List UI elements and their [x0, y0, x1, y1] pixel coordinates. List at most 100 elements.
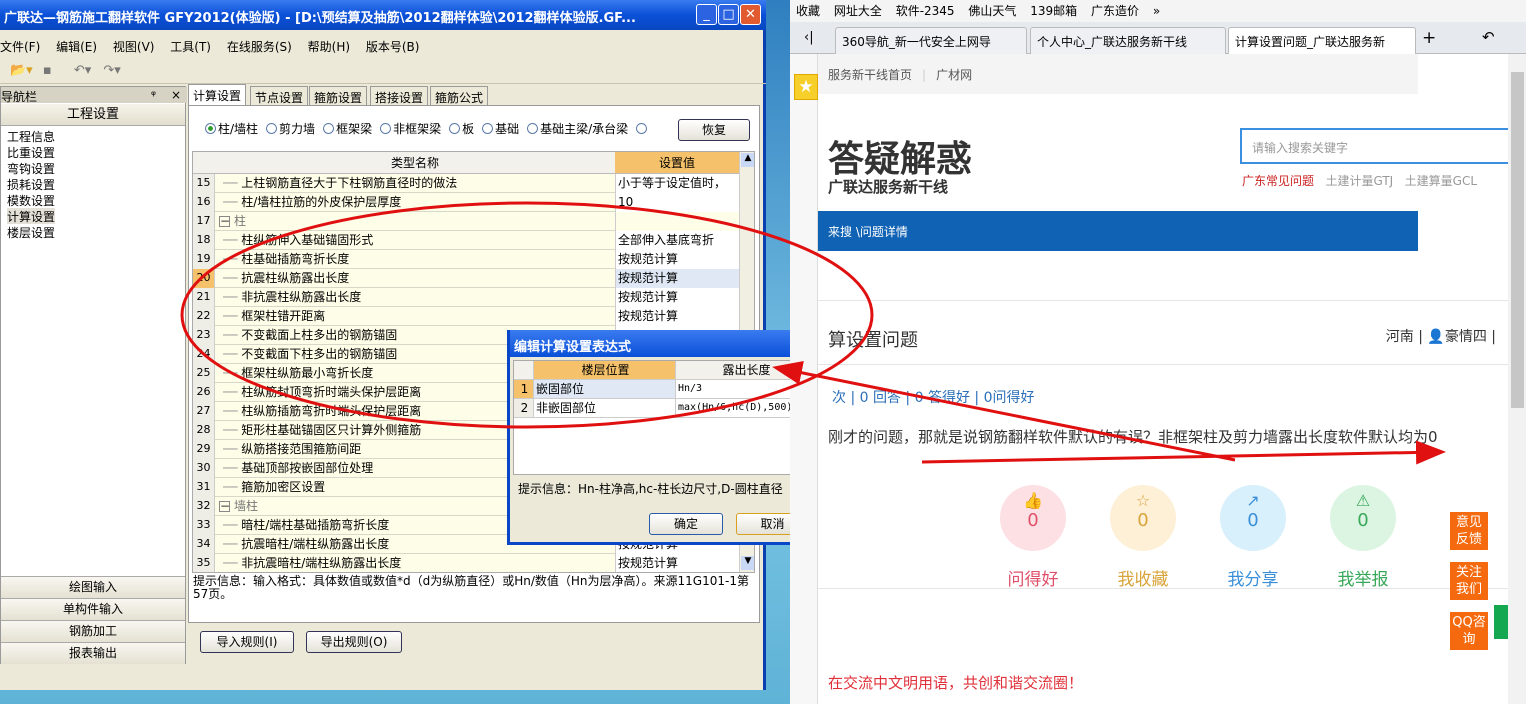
import-rules-button[interactable]: 导入规则(I) [200, 631, 294, 653]
nav-item[interactable]: 模数设置 [7, 192, 55, 208]
undo-close-icon[interactable]: ↶ [1482, 28, 1495, 46]
radio-option[interactable]: 板 [449, 122, 474, 136]
open-folder-icon[interactable]: 📂▾ [10, 63, 33, 78]
menu-edit[interactable]: 编辑(E) [56, 40, 97, 54]
tab-calc-settings[interactable]: 计算设置 [188, 84, 247, 106]
menu-help[interactable]: 帮助(H) [308, 40, 350, 54]
star-button[interactable]: ☆ 0 [1110, 485, 1176, 551]
table-row[interactable]: 16 ── 柱/墙柱拉筋的外皮保护层厚度 10 [193, 193, 739, 212]
pin-icon[interactable]: ᵠ [151, 88, 156, 102]
collapse-icon[interactable]: − [219, 500, 230, 512]
fav-item[interactable]: 139邮箱 [1030, 4, 1077, 18]
browser-tab-active[interactable]: 计算设置问题_广联达服务新 [1228, 27, 1416, 54]
menu-file[interactable]: 文件(F) [0, 40, 40, 54]
table-row[interactable]: 22 ── 框架柱错开距离 按规范计算 [193, 307, 739, 326]
nav-item-selected[interactable]: 计算设置 [7, 208, 56, 224]
ok-button[interactable]: 确定 [649, 513, 723, 535]
floor-position-cell[interactable]: 嵌固部位 [534, 380, 676, 399]
hot-link[interactable]: 土建计量GTJ [1325, 174, 1393, 188]
link-gcw[interactable]: 广材网 [936, 68, 972, 82]
hot-link[interactable]: 广东常见问题 [1242, 174, 1314, 188]
tab-stirrup-settings[interactable]: 箍筋设置 [309, 86, 368, 106]
radio-option[interactable]: 剪力墙 [266, 122, 315, 136]
value-cell[interactable]: 按规范计算 [615, 269, 739, 288]
radio-icon[interactable] [636, 123, 648, 134]
back-tabs-icon[interactable]: ‹| [804, 30, 814, 45]
new-tab-icon[interactable]: + [1422, 28, 1436, 48]
share-button[interactable]: ↗ 0 [1220, 485, 1286, 551]
radio-icon[interactable] [449, 123, 461, 134]
tab-stirrup-formula[interactable]: 箍筋公式 [430, 86, 489, 106]
menu-tools[interactable]: 工具(T) [170, 40, 211, 54]
link-home[interactable]: 服务新干线首页 [828, 68, 912, 82]
qq-consult-button[interactable]: QQ咨询 [1450, 612, 1488, 650]
export-rules-button[interactable]: 导出规则(O) [306, 631, 402, 653]
follow-us-button[interactable]: 关注我们 [1450, 562, 1488, 600]
browser-tab[interactable]: 个人中心_广联达服务新干线 [1030, 27, 1226, 54]
fav-item[interactable]: 佛山天气 [968, 4, 1016, 18]
nav-item[interactable]: 损耗设置 [7, 176, 55, 192]
action-label[interactable]: 我分享 [1208, 565, 1298, 590]
star-icon[interactable]: ★ [794, 74, 818, 100]
group-row[interactable]: 17 − 柱 [193, 212, 739, 231]
more-icon[interactable]: » [1153, 4, 1160, 18]
green-tab[interactable] [1494, 605, 1508, 639]
tab-lap-settings[interactable]: 搭接设置 [370, 86, 429, 106]
close-icon[interactable]: × [171, 88, 181, 102]
nav-single-component[interactable]: 单构件输入 [1, 598, 185, 620]
radio-icon[interactable] [266, 123, 278, 134]
fav-item[interactable]: 收藏 [796, 4, 820, 18]
value-cell[interactable] [615, 212, 739, 231]
menu-view[interactable]: 视图(V) [113, 40, 155, 54]
value-cell[interactable]: 10 [615, 193, 739, 212]
fav-item[interactable]: 软件-2345 [896, 4, 955, 18]
table-row[interactable]: 15 ── 上柱钢筋直径大于下柱钢筋直径时的做法 小于等于设定值时， [193, 174, 739, 193]
radio-icon[interactable] [380, 123, 392, 134]
radio-icon[interactable] [323, 123, 335, 134]
radio-icon[interactable] [205, 123, 216, 134]
nav-rebar-processing[interactable]: 钢筋加工 [1, 620, 185, 642]
undo-icon[interactable]: ↶▾ [74, 63, 91, 78]
fav-item[interactable]: 广东造价 [1091, 4, 1139, 18]
fav-item[interactable]: 网址大全 [834, 4, 882, 18]
radio-icon[interactable] [482, 123, 494, 134]
radio-option[interactable]: 框架梁 [323, 122, 372, 136]
radio-option[interactable]: 非框架梁 [380, 122, 441, 136]
nav-item[interactable]: 楼层设置 [7, 224, 55, 240]
radio-option[interactable]: 基础主梁/承台梁 [527, 122, 628, 136]
redo-icon[interactable]: ↷▾ [103, 63, 120, 78]
action-label[interactable]: 我举报 [1318, 565, 1408, 590]
table-row[interactable]: 19 ── 柱基础插筋弯折长度 按规范计算 [193, 250, 739, 269]
value-cell[interactable]: 按规范计算 [615, 554, 739, 572]
minimize-button[interactable]: _ [696, 4, 717, 25]
nav-item[interactable]: 比重设置 [7, 144, 55, 160]
radio-option[interactable]: 柱/墙柱 [205, 122, 258, 136]
restore-button[interactable]: 恢复 [678, 119, 750, 141]
hot-link[interactable]: 土建算量GCL [1405, 174, 1477, 188]
value-cell[interactable]: 按规范计算 [615, 288, 739, 307]
close-button[interactable]: ✕ [740, 4, 761, 25]
menu-version[interactable]: 版本号(B) [366, 40, 420, 54]
nav-item[interactable]: 弯钩设置 [7, 160, 55, 176]
warning-button[interactable]: ⚠ 0 [1330, 485, 1396, 551]
tab-node-settings[interactable]: 节点设置 [250, 86, 309, 106]
thumbs-up-button[interactable]: 👍 0 [1000, 485, 1066, 551]
value-cell[interactable]: 按规范计算 [615, 307, 739, 326]
save-icon[interactable]: ▪ [43, 63, 52, 78]
value-cell[interactable]: 小于等于设定值时， [615, 174, 739, 193]
nav-drawing-input[interactable]: 绘图输入 [1, 576, 185, 598]
collapse-icon[interactable]: − [219, 215, 230, 227]
scroll-down-icon[interactable]: ▼ [741, 556, 754, 570]
browser-tab[interactable]: 360导航_新一代安全上网导 [835, 27, 1027, 54]
nav-report-output[interactable]: 报表输出 [1, 642, 185, 664]
radio-icon[interactable] [527, 123, 539, 134]
radio-option[interactable]: 基础 [482, 122, 519, 136]
maximize-button[interactable]: □ [718, 4, 739, 25]
search-input[interactable]: 请输入搜索关键字 [1240, 128, 1526, 164]
table-row[interactable]: 20 ── 抗震柱纵筋露出长度 按规范计算 [193, 269, 739, 288]
value-cell[interactable]: 全部伸入基底弯折 [615, 231, 739, 250]
table-row[interactable]: 21 ── 非抗震柱纵筋露出长度 按规范计算 [193, 288, 739, 307]
floor-position-cell[interactable]: 非嵌固部位 [534, 399, 676, 418]
nav-group-project-settings[interactable]: 工程设置 [1, 104, 185, 126]
action-label[interactable]: 问得好 [988, 565, 1078, 590]
